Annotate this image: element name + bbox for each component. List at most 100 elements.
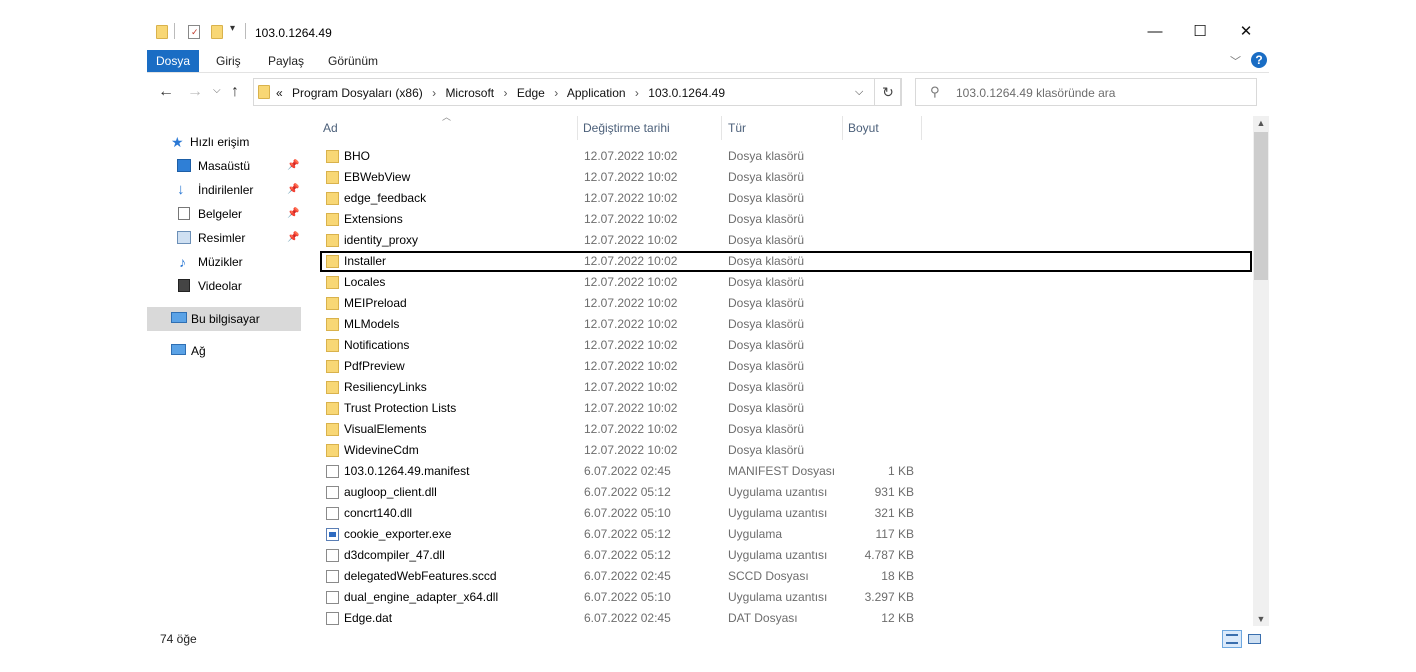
details-view-button[interactable] <box>1222 630 1242 648</box>
file-name: concrt140.dll <box>344 506 413 520</box>
file-row[interactable]: d3dcompiler_47.dll 6.07.2022 05:12 Uygulam… <box>320 545 1252 566</box>
file-row[interactable]: ResiliencyLinks 12.07.2022 10:02 Dosya kla… <box>320 377 1252 398</box>
file-row[interactable]: VisualElements 12.07.2022 10:02 Dosya klas… <box>320 419 1252 440</box>
folder-icon <box>326 234 339 247</box>
address-bar[interactable]: « Program Dosyaları (x86) › Microsoft › … <box>253 78 901 106</box>
file-type: Dosya klasörü <box>728 149 805 163</box>
tab-home[interactable]: Giriş <box>216 50 241 72</box>
breadcrumb-separator[interactable]: › <box>635 86 639 100</box>
file-row[interactable]: Notifications 12.07.2022 10:02 Dosya klasö… <box>320 335 1252 356</box>
file-icon <box>326 549 339 562</box>
computer-icon <box>171 312 187 323</box>
folder-icon <box>326 213 339 226</box>
file-date: 6.07.2022 02:45 <box>584 611 671 625</box>
breadcrumb-item[interactable]: 103.0.1264.49 <box>648 86 725 100</box>
forward-button[interactable]: → <box>187 83 203 101</box>
file-name: PdfPreview <box>344 359 405 373</box>
sidebar-item-pictures[interactable]: Resimler 📌 <box>147 227 301 249</box>
minimize-button[interactable]: — <box>1140 22 1170 42</box>
videos-icon <box>178 279 190 292</box>
breadcrumb-separator[interactable]: › <box>503 86 507 100</box>
close-button[interactable]: ✕ <box>1231 22 1261 42</box>
folder-icon <box>258 85 270 99</box>
column-divider[interactable] <box>577 116 578 140</box>
scroll-down-button[interactable]: ▼ <box>1253 612 1269 626</box>
column-divider[interactable] <box>842 116 843 140</box>
file-name: MLModels <box>344 317 400 331</box>
scrollbar-thumb[interactable] <box>1254 132 1268 280</box>
column-divider[interactable] <box>721 116 722 140</box>
breadcrumb-item[interactable]: Program Dosyaları (x86) <box>292 86 423 100</box>
sidebar-item-documents[interactable]: Belgeler 📌 <box>147 203 301 225</box>
customize-toolbar-icon[interactable]: ▾ <box>230 23 235 39</box>
file-row[interactable]: BHO 12.07.2022 10:02 Dosya klasörü <box>320 146 1252 167</box>
file-row[interactable]: EBWebView 12.07.2022 10:02 Dosya klasörü <box>320 167 1252 188</box>
file-row[interactable]: edge_feedback 12.07.2022 10:02 Dosya klasö… <box>320 188 1252 209</box>
file-type: Dosya klasörü <box>728 443 805 457</box>
help-icon[interactable]: ? <box>1251 52 1267 68</box>
file-row[interactable]: 103.0.1264.49.manifest 6.07.2022 02:45 MAN… <box>320 461 1252 482</box>
file-row[interactable]: dual_engine_adapter_x64.dll 6.07.2022 05:… <box>320 587 1252 608</box>
file-row[interactable]: Trust Protection Lists 12.07.2022 10:02 Do… <box>320 398 1252 419</box>
file-row[interactable]: delegatedWebFeatures.sccd 6.07.2022 02:45… <box>320 566 1252 587</box>
file-row[interactable]: Locales 12.07.2022 10:02 Dosya klasörü <box>320 272 1252 293</box>
folder-icon <box>326 171 339 184</box>
file-name: 103.0.1264.49.manifest <box>344 464 470 478</box>
search-input[interactable]: ⚲ 103.0.1264.49 klasöründe ara <box>915 78 1257 106</box>
file-name: BHO <box>344 149 371 163</box>
file-row[interactable]: identity_proxy 12.07.2022 10:02 Dosya klas… <box>320 230 1252 251</box>
sidebar-item-desktop[interactable]: Masaüstü 📌 <box>147 155 301 177</box>
file-row[interactable]: Installer 12.07.2022 10:02 Dosya klasörü <box>320 251 1252 272</box>
file-row[interactable]: MEIPreload 12.07.2022 10:02 Dosya klasörü <box>320 293 1252 314</box>
file-date: 12.07.2022 10:02 <box>584 401 678 415</box>
column-divider[interactable] <box>921 116 922 140</box>
file-row[interactable]: Extensions 12.07.2022 10:02 Dosya klasörü <box>320 209 1252 230</box>
file-name: Extensions <box>344 212 403 226</box>
breadcrumb-item[interactable]: Application <box>567 86 626 100</box>
file-row[interactable]: MLModels 12.07.2022 10:02 Dosya klasörü <box>320 314 1252 335</box>
file-row[interactable]: concrt140.dll 6.07.2022 05:10 Uygulama uza… <box>320 503 1252 524</box>
file-name: ResiliencyLinks <box>344 380 427 394</box>
network-icon <box>171 344 186 355</box>
properties-icon[interactable]: ✓ <box>188 25 200 39</box>
sidebar-item-this-pc[interactable]: Bu bilgisayar <box>147 308 301 330</box>
file-icon <box>326 465 339 478</box>
column-header-type[interactable]: Tür <box>728 121 746 135</box>
file-row[interactable]: augloop_client.dll 6.07.2022 05:12 Uygulam… <box>320 482 1252 503</box>
column-header-size[interactable]: Boyut <box>848 121 879 135</box>
file-date: 6.07.2022 05:12 <box>584 548 671 562</box>
large-icons-view-button[interactable] <box>1245 630 1265 648</box>
tab-file[interactable]: Dosya <box>147 50 199 72</box>
file-row[interactable]: PdfPreview 12.07.2022 10:02 Dosya klasörü <box>320 356 1252 377</box>
file-row[interactable]: cookie_exporter.exe 6.07.2022 05:12 Uygula… <box>320 524 1252 545</box>
scroll-up-button[interactable]: ▲ <box>1253 116 1269 130</box>
breadcrumb-separator[interactable]: › <box>554 86 558 100</box>
expand-ribbon-icon[interactable]: ﹀ <box>1230 53 1241 69</box>
divider <box>174 23 175 39</box>
column-header-date[interactable]: Değiştirme tarihi <box>583 121 670 135</box>
column-header-name[interactable]: Ad <box>323 121 338 135</box>
back-button[interactable]: ← <box>158 83 174 101</box>
recent-locations-icon[interactable]: ⌵ <box>213 85 221 96</box>
sidebar-item-downloads[interactable]: ↓ İndirilenler 📌 <box>147 179 301 201</box>
address-dropdown-icon[interactable]: ⌵ <box>855 86 863 99</box>
new-folder-icon[interactable] <box>211 25 223 39</box>
file-row[interactable]: Edge.dat 6.07.2022 02:45 DAT Dosyası 12 KB <box>320 608 1252 629</box>
file-row[interactable]: WidevineCdm 12.07.2022 10:02 Dosya klasörü <box>320 440 1252 461</box>
maximize-button[interactable]: ☐ <box>1185 22 1215 42</box>
tab-view[interactable]: Görünüm <box>328 50 378 72</box>
file-name: Trust Protection Lists <box>344 401 457 415</box>
file-date: 6.07.2022 05:10 <box>584 590 671 604</box>
breadcrumb-item[interactable]: Microsoft <box>445 86 494 100</box>
file-name: augloop_client.dll <box>344 485 437 499</box>
up-button[interactable]: ↑ <box>231 83 239 101</box>
breadcrumb-item[interactable]: Edge <box>517 86 545 100</box>
file-type: Dosya klasörü <box>728 422 805 436</box>
file-date: 12.07.2022 10:02 <box>584 443 678 457</box>
breadcrumb-overflow[interactable]: « <box>276 86 283 100</box>
file-name: d3dcompiler_47.dll <box>344 548 445 562</box>
tab-share[interactable]: Paylaş <box>268 50 304 72</box>
refresh-button[interactable]: ↻ <box>874 78 902 106</box>
breadcrumb-separator[interactable]: › <box>432 86 436 100</box>
file-size: 117 KB <box>875 527 914 541</box>
